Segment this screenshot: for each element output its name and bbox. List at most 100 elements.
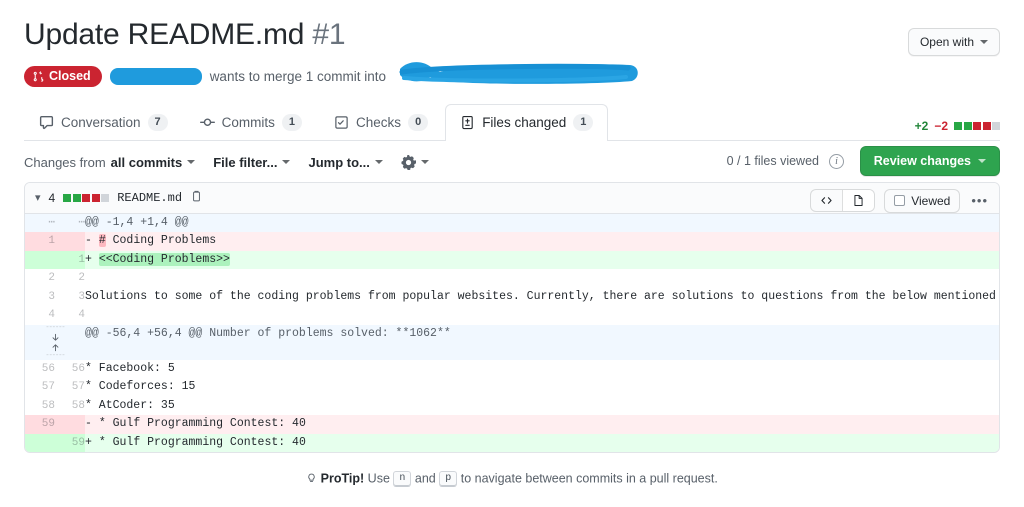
diff-line-content: + * Gulf Programming Contest: 40: [85, 433, 999, 453]
line-number-new: 56: [71, 362, 85, 375]
kebab-menu-icon[interactable]: •••: [969, 193, 990, 208]
pr-meta-row: Closed wants to merge 1 commit into: [24, 62, 1000, 89]
protip-text-before: Use: [367, 471, 390, 486]
diff-line-text: [85, 306, 999, 325]
diff-line-text: * Facebook: 5: [85, 361, 175, 375]
line-number-new: 1: [55, 250, 85, 270]
protip-label: ProTip!: [320, 471, 365, 486]
checklist-icon: [335, 115, 348, 129]
diff-settings-dropdown[interactable]: [401, 154, 429, 170]
diff-marker: +: [85, 252, 92, 266]
chevron-down-icon: [282, 160, 291, 165]
viewed-checkbox[interactable]: Viewed: [884, 188, 961, 213]
tab-checks[interactable]: Checks 0: [319, 104, 443, 141]
keyboard-key-p: p: [439, 471, 458, 488]
merge-sentence: wants to merge 1 commit into: [209, 69, 387, 84]
diff-table-hunk-1: ⋯ ⋯ @@ -1,4 +1,4 @@ 1 - # Coding Problem…: [25, 213, 999, 325]
pr-header: Update README.md #1 Open with Closed wan…: [24, 0, 1000, 89]
chevron-down-icon: [978, 158, 986, 163]
changes-from-dropdown[interactable]: Changes from all commits: [24, 154, 196, 170]
gear-icon: [401, 154, 416, 170]
diff-marker: -: [85, 234, 92, 248]
word-highlight-added: <<Coding Problems>>: [98, 252, 230, 266]
line-number-old: 4: [48, 309, 55, 322]
line-number-new: [55, 232, 85, 251]
code-icon: [821, 197, 832, 205]
tab-files-changed[interactable]: Files changed 1: [445, 103, 609, 141]
diffstat-deletions: −2: [934, 118, 948, 133]
expand-dash-bottom: ------: [45, 351, 65, 360]
copy-icon[interactable]: [190, 190, 203, 206]
diff-line-context: 57 57 * Codeforces: 15: [25, 378, 999, 397]
tab-checks-label: Checks: [356, 114, 402, 130]
hunk-expand-controls[interactable]: ------ ------: [25, 324, 85, 360]
file-view-toggle: [810, 189, 876, 213]
redacted-branch: [394, 58, 644, 95]
status-badge-label: Closed: [49, 68, 91, 83]
line-number-new: 4: [78, 309, 85, 322]
tab-files-changed-label: Files changed: [482, 114, 567, 130]
line-number-old: 59: [25, 415, 55, 434]
lightbulb-icon: [308, 473, 315, 482]
blob-view-button[interactable]: [842, 190, 875, 212]
protip-footer: ProTip! Use n and p to navigate between …: [24, 453, 1000, 488]
chevron-down-icon[interactable]: ▾: [35, 191, 41, 204]
commit-icon: [199, 118, 215, 126]
word-highlight-removed: #: [98, 234, 106, 248]
diffstat-block: [91, 193, 100, 202]
changes-from-value: all commits: [110, 154, 183, 170]
open-with-label: Open with: [919, 35, 974, 49]
line-number-new: 2: [78, 272, 85, 285]
tab-conversation[interactable]: Conversation 7: [24, 104, 183, 141]
line-number-old: 1: [25, 232, 55, 251]
open-with-button[interactable]: Open with: [907, 28, 1000, 56]
diff-line-text: * Gulf Programming Contest: 40: [98, 435, 306, 449]
diff-line-deleted: 1 - # Coding Problems: [25, 232, 999, 251]
pr-tabs: Conversation 7 Commits 1 Checks 0 Files …: [24, 103, 1000, 141]
diff-line-content: + <<Coding Problems>>: [85, 250, 999, 270]
diff-line-text: Coding Problems: [105, 234, 217, 248]
file-name[interactable]: README.md: [117, 191, 182, 205]
copy-icon-glyph: [193, 190, 200, 202]
line-number-new: 57: [71, 381, 85, 394]
redaction-scribble-icon: [399, 62, 638, 84]
arrow-down-icon[interactable]: [51, 333, 60, 342]
diffstat-block: [72, 193, 81, 202]
diff-line-context: 3 3 Solutions to some of the coding prob…: [25, 288, 999, 307]
diffstat-block: [101, 193, 110, 202]
code-view-button[interactable]: [811, 190, 842, 211]
hunk-header-row: ------ ------ @@ -56,4 +56,4 @@ Number o…: [25, 324, 999, 360]
line-number-old: 58: [41, 399, 55, 412]
line-number-old: [25, 433, 55, 453]
hunk-gutter-new[interactable]: ⋯: [55, 213, 85, 233]
tab-commits[interactable]: Commits 1: [185, 104, 317, 141]
line-number-new: 59: [55, 433, 85, 453]
line-number-new: 3: [78, 290, 85, 303]
jump-to-dropdown[interactable]: Jump to...: [308, 155, 383, 170]
diffstat-block: [973, 121, 981, 130]
diff-line-text: [85, 269, 999, 288]
diffstat-block: [63, 193, 72, 202]
tab-commits-count: 1: [281, 113, 303, 131]
tab-conversation-count: 7: [147, 113, 168, 131]
diffstat-block: [954, 121, 962, 130]
arrow-up-icon[interactable]: [51, 343, 60, 352]
diff-marker: -: [85, 417, 92, 431]
diff-line-context: 4 4: [25, 306, 999, 325]
page-title: Update README.md #1: [24, 18, 1000, 53]
protip-text-after: to navigate between commits in a pull re…: [460, 471, 718, 486]
pull-request-closed-icon: [33, 70, 44, 82]
expand-hunk-buttons[interactable]: ------ ------: [25, 324, 85, 360]
review-changes-button[interactable]: Review changes: [859, 145, 1000, 176]
comment-icon: [39, 115, 54, 129]
info-icon[interactable]: i: [829, 153, 844, 169]
diff-line-context: 58 58 * AtCoder: 35: [25, 397, 999, 416]
hunk-gutter-old[interactable]: ⋯: [25, 213, 55, 233]
line-number-old: 3: [48, 290, 55, 303]
diff-line-text: * Codeforces: 15: [85, 380, 196, 394]
diff-line-text: * Gulf Programming Contest: 40: [98, 417, 306, 431]
file-filter-dropdown[interactable]: File filter...: [213, 155, 291, 170]
tab-conversation-label: Conversation: [61, 114, 141, 130]
pr-number: #1: [312, 18, 346, 51]
diffstat-block: [992, 121, 1000, 130]
